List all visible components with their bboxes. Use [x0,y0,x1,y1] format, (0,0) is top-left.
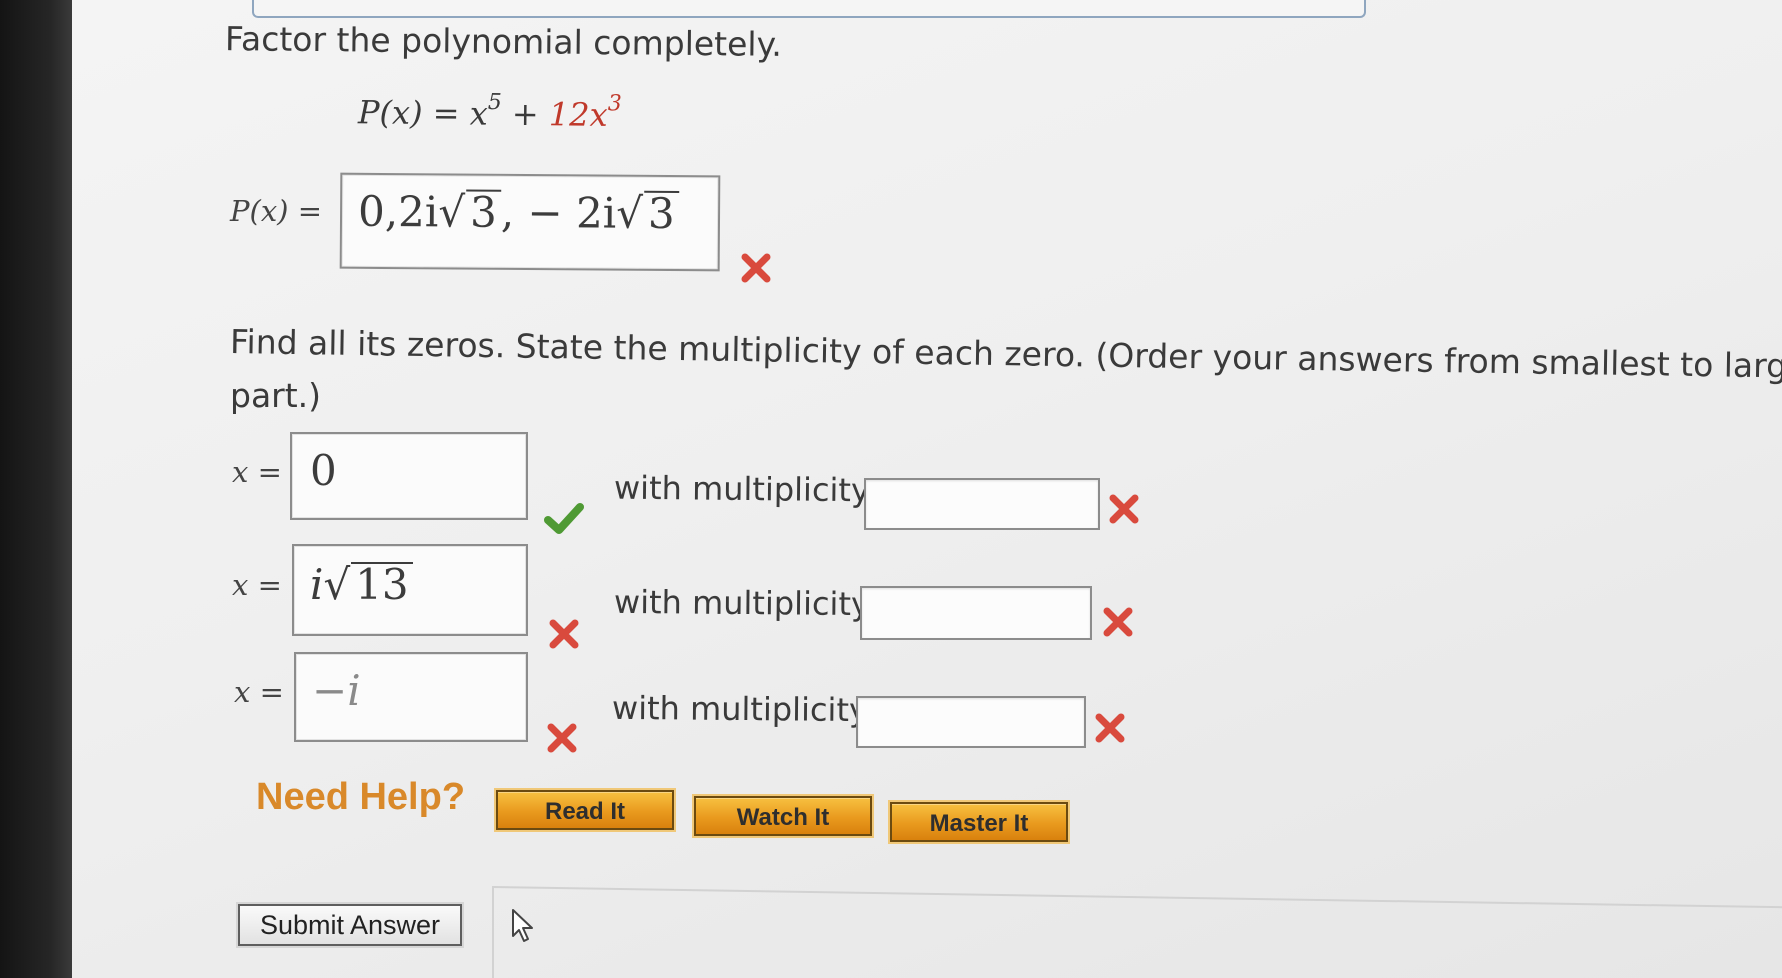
mouse-pointer-icon [512,909,533,942]
zero-1-value: 0 [310,446,337,495]
factor-label: P(x) = [230,194,323,228]
polynomial-display: P(x) = x5 + 12x3 [357,89,622,134]
factor-answer-middle: , − 2i [500,187,617,238]
zeros-instruction-continued: part.) [230,376,322,415]
factor-answer-value: 0,2i√ 3, − 2i√ 3 [358,187,679,238]
watch-it-button[interactable]: Watch It [694,796,872,836]
polynomial-term1-base: x [469,94,488,133]
polynomial-plus: + [501,94,550,134]
x-mark-icon [549,619,579,649]
zero-3-label: x = [234,675,284,709]
zero-1-label: x = [232,455,282,489]
section-divider-vertical [492,886,494,978]
zero-2-label: x = [232,568,282,602]
zero-1-mult-label: with multiplicity [613,468,871,510]
master-it-button[interactable]: Master It [890,802,1068,842]
x-mark-icon [1095,713,1125,743]
zero-2-value: i√ 13 [310,560,413,609]
zero-1-mult-field[interactable] [864,478,1100,530]
submit-answer-button[interactable]: Submit Answer [238,904,462,946]
polynomial-term2: 12x [548,95,608,134]
zero-2-field[interactable]: i√ 13 [292,544,528,636]
factor-answer-radicand1: 3 [465,188,501,237]
zero-2-mult-label: with multiplicity [613,582,871,624]
zero-2-mult-field[interactable] [860,586,1092,640]
x-mark-icon [1103,607,1133,637]
zero-3-field[interactable]: −i [294,652,528,742]
read-it-button[interactable]: Read It [496,790,674,830]
x-mark-icon [741,253,771,283]
zero-3-mult-field[interactable] [856,696,1086,748]
zero-1-field[interactable]: 0 [290,432,528,520]
zero-3-value: −i [312,666,361,715]
factor-answer-radicand2: 3 [643,189,679,238]
polynomial-lhs: P(x) = [357,93,470,133]
zero-3-mult-label: with multiplicity [611,688,869,730]
zero-2-value-prefix: i [310,560,324,609]
checkmark-icon [544,503,584,534]
zero-2-value-radicand: 13 [351,562,413,606]
x-mark-icon [547,723,577,753]
screen-bezel [0,0,72,978]
factor-answer-field[interactable]: 0,2i√ 3, − 2i√ 3 [339,172,721,272]
x-mark-icon [1109,494,1139,524]
polynomial-term1-exp: 5 [487,89,502,116]
need-help-label: Need Help? [256,776,466,818]
factor-instruction: Factor the polynomial completely. [224,19,783,64]
previous-question-box [252,0,1366,18]
polynomial-term2-exp: 3 [607,91,622,117]
factor-answer-prefix: 0,2i [357,186,439,237]
